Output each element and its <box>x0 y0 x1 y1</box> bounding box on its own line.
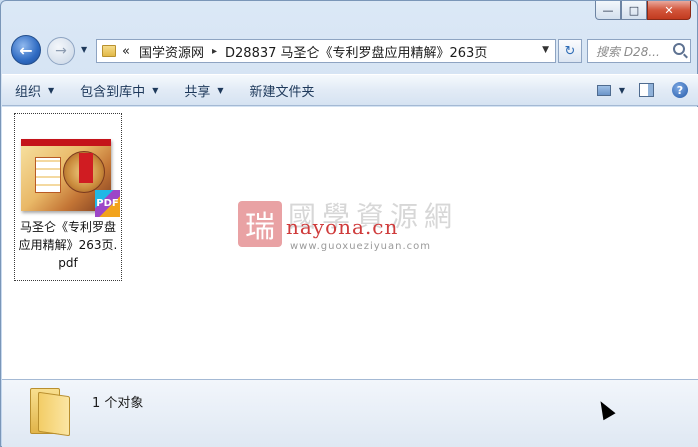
command-bar: 组织 ▼ 包含到库中 ▼ 共享 ▼ 新建文件夹 ▼ ? <box>2 74 698 106</box>
folder-icon <box>102 45 116 57</box>
file-item[interactable]: PDF 马圣仑《专利罗盘应用精解》263页.pdf <box>14 113 122 281</box>
watermark-seal: 瑞 <box>238 201 282 247</box>
refresh-icon: ↻ <box>564 43 576 59</box>
new-folder-button[interactable]: 新建文件夹 <box>237 75 328 105</box>
minimize-button[interactable]: — <box>595 1 621 20</box>
watermark-site: nayona.cn <box>286 215 399 239</box>
recent-pages-button[interactable]: ▼ <box>81 45 87 54</box>
file-name[interactable]: 马圣仑《专利罗盘应用精解》263页.pdf <box>15 218 121 272</box>
breadcrumb-item[interactable]: 国学资源网 <box>139 42 204 61</box>
back-arrow-icon: ← <box>19 40 33 60</box>
search-input[interactable]: 搜索 D28... <box>587 39 691 63</box>
explorer-window: — □ ✕ ← → ▼ « 国学资源网 ▸ D28837 马圣仑《专利罗盘应用精… <box>0 0 698 447</box>
breadcrumb-item[interactable]: D28837 马圣仑《专利罗盘应用精解》263页 <box>225 42 487 61</box>
folder-large-icon <box>30 388 70 437</box>
maximize-button[interactable]: □ <box>621 1 647 20</box>
refresh-button[interactable]: ↻ <box>558 39 582 63</box>
details-pane: 1 个对象 <box>2 379 698 447</box>
chevron-down-icon: ▼ <box>217 85 224 95</box>
address-overflow[interactable]: « <box>122 44 130 59</box>
new-folder-label: 新建文件夹 <box>249 84 315 100</box>
close-button[interactable]: ✕ <box>647 1 691 20</box>
view-options-chevron-icon[interactable]: ▼ <box>619 86 625 95</box>
forward-button[interactable]: → <box>47 37 75 65</box>
preview-pane-icon[interactable] <box>639 83 654 97</box>
watermark: 瑞 國學資源網 nayona.cn www.guoxueziyuan.com <box>238 197 478 253</box>
search-icon[interactable] <box>673 43 685 55</box>
thumbnail-grid <box>35 157 61 193</box>
organize-button[interactable]: 组织 ▼ <box>2 75 67 105</box>
file-list[interactable]: PDF 马圣仑《专利罗盘应用精解》263页.pdf 瑞 國學資源網 nayona… <box>2 107 698 379</box>
navigation-bar: ← → ▼ « 国学资源网 ▸ D28837 马圣仑《专利罗盘应用精解》263页… <box>1 33 698 67</box>
caption-buttons: — □ ✕ <box>595 1 691 20</box>
help-icon[interactable]: ? <box>672 82 688 98</box>
search-placeholder: 搜索 D28... <box>596 44 660 59</box>
watermark-url: www.guoxueziyuan.com <box>290 241 431 252</box>
address-dropdown-icon[interactable]: ▼ <box>542 45 549 55</box>
include-in-library-button[interactable]: 包含到库中 ▼ <box>67 75 171 105</box>
address-bar[interactable]: « 国学资源网 ▸ D28837 马圣仑《专利罗盘应用精解》263页 ▼ <box>96 39 556 63</box>
share-label: 共享 <box>184 84 211 100</box>
share-button[interactable]: 共享 ▼ <box>171 75 236 105</box>
chevron-down-icon: ▼ <box>48 85 55 95</box>
pdf-file-icon: PDF <box>95 190 120 217</box>
forward-arrow-icon: → <box>55 43 67 59</box>
thumbnail-banner <box>21 139 111 146</box>
include-library-label: 包含到库中 <box>80 84 146 100</box>
thumbnail-title-strip <box>79 153 93 183</box>
breadcrumb-separator-icon[interactable]: ▸ <box>212 46 217 57</box>
item-count: 1 个对象 <box>92 396 144 411</box>
change-view-icon[interactable] <box>596 84 611 96</box>
back-button[interactable]: ← <box>11 35 41 65</box>
view-controls: ▼ ? <box>596 75 698 105</box>
chevron-down-icon: ▼ <box>152 85 159 95</box>
organize-label: 组织 <box>15 84 42 100</box>
